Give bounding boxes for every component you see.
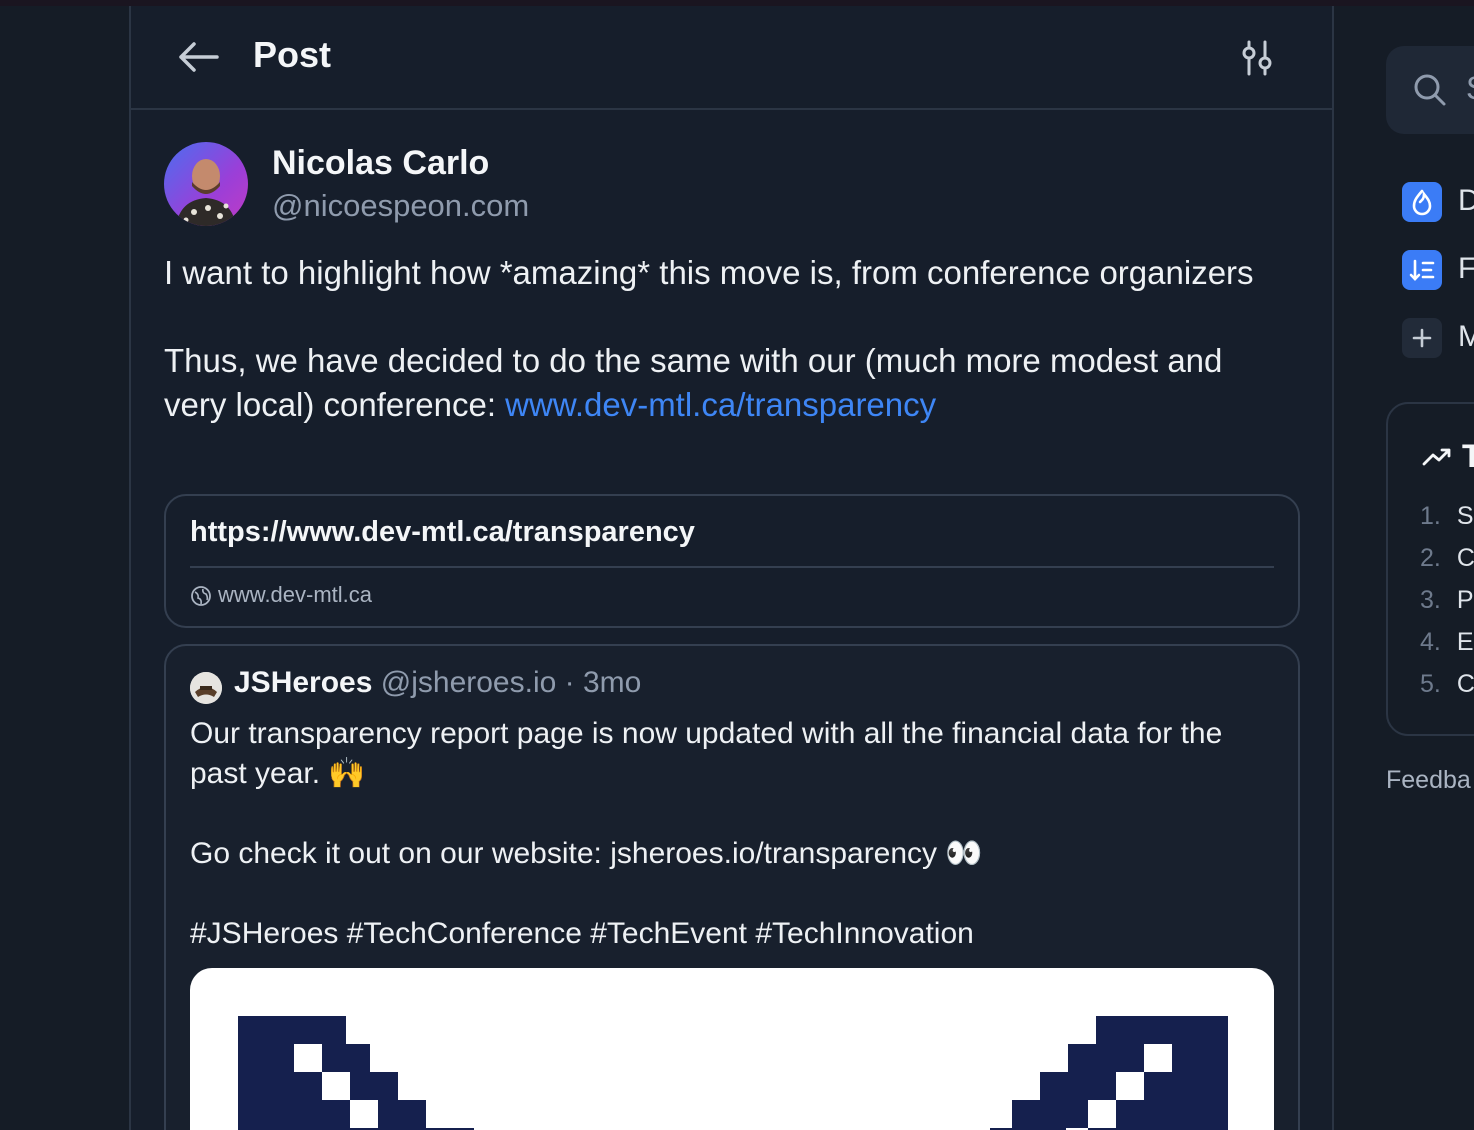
trending-label: C bbox=[1456, 544, 1474, 572]
post-thread-panel: Post Nicolas Carlo @nicoespeon.com I wan… bbox=[129, 6, 1334, 1130]
meta-separator: · bbox=[556, 666, 583, 699]
quoted-post-image[interactable] bbox=[190, 968, 1274, 1130]
quoted-paragraph: Our transparency report page is now upda… bbox=[190, 717, 1223, 790]
trending-rank: 2. bbox=[1420, 544, 1441, 572]
feedback-link[interactable]: Feedba bbox=[1386, 766, 1471, 795]
search-placeholder: S bbox=[1466, 70, 1474, 107]
quoted-post-body: Our transparency report page is now upda… bbox=[190, 714, 1280, 954]
nav-item-more-feeds[interactable]: M bbox=[1402, 318, 1474, 358]
trending-label: E bbox=[1456, 628, 1474, 656]
arrow-left-icon bbox=[179, 42, 219, 72]
feeds-sort-icon bbox=[1402, 250, 1442, 290]
quoted-author-avatar[interactable] bbox=[190, 672, 222, 704]
author-photo bbox=[176, 159, 236, 226]
post-body: I want to highlight how *amazing* this m… bbox=[164, 251, 1274, 427]
post-paragraph: I want to highlight how *amazing* this m… bbox=[164, 254, 1254, 291]
trending-item[interactable]: 3. P bbox=[1420, 586, 1474, 615]
post-link[interactable]: www.dev-mtl.ca/transparency bbox=[505, 386, 936, 423]
back-button[interactable] bbox=[177, 40, 219, 74]
globe-icon bbox=[191, 586, 211, 606]
quoted-author-name[interactable]: JSHeroes bbox=[234, 666, 372, 699]
nav-item-discover[interactable]: D bbox=[1402, 182, 1474, 222]
trending-item[interactable]: 1. S bbox=[1420, 502, 1474, 531]
trending-title: T bbox=[1462, 438, 1474, 474]
author-avatar[interactable] bbox=[164, 142, 248, 226]
post-header: Post bbox=[131, 6, 1332, 110]
plus-icon bbox=[1402, 318, 1442, 358]
quoted-post-card[interactable]: JSHeroes @jsheroes.io · 3mo Our transpar… bbox=[164, 644, 1300, 1130]
search-input[interactable]: S bbox=[1386, 46, 1474, 134]
quoted-hashtags[interactable]: #JSHeroes #TechConference #TechEvent #Te… bbox=[190, 914, 1280, 954]
nav-label: F bbox=[1458, 252, 1474, 285]
trending-rank: 3. bbox=[1420, 586, 1441, 614]
trending-label: P bbox=[1456, 586, 1474, 614]
trending-item[interactable]: 4. E bbox=[1420, 628, 1474, 657]
right-sidebar: S D F M T bbox=[1386, 0, 1474, 1130]
quoted-post-meta: JSHeroes @jsheroes.io · 3mo bbox=[234, 666, 641, 700]
quoted-paragraph: Go check it out on our website: jsheroes… bbox=[190, 837, 983, 870]
page-title: Post bbox=[253, 34, 332, 75]
trending-panel: T 1. S 2. C 3. P 4. E 5. C bbox=[1386, 402, 1474, 736]
trending-rank: 5. bbox=[1420, 670, 1441, 698]
trending-rank: 4. bbox=[1420, 628, 1441, 656]
nav-label: D bbox=[1458, 184, 1474, 217]
trending-item[interactable]: 5. C bbox=[1420, 670, 1474, 699]
search-icon bbox=[1414, 74, 1446, 106]
author-name[interactable]: Nicolas Carlo bbox=[272, 144, 489, 183]
trending-rank: 1. bbox=[1420, 502, 1441, 530]
nav-label: M bbox=[1458, 320, 1474, 353]
post-paragraph: Thus, we have decided to do the same wit… bbox=[164, 339, 1274, 427]
thread-settings-button[interactable] bbox=[1239, 40, 1275, 76]
link-card-url: https://www.dev-mtl.ca/transparency bbox=[190, 516, 695, 548]
nav-item-feeds[interactable]: F bbox=[1402, 250, 1474, 290]
trending-label: S bbox=[1456, 502, 1474, 530]
author-handle[interactable]: @nicoespeon.com bbox=[272, 188, 529, 224]
discover-flame-icon bbox=[1402, 182, 1442, 222]
sliders-icon bbox=[1242, 40, 1272, 76]
trending-label: C bbox=[1456, 670, 1474, 698]
divider bbox=[190, 566, 1274, 568]
trending-item[interactable]: 2. C bbox=[1420, 544, 1474, 573]
jsheroes-logo bbox=[190, 672, 222, 704]
quoted-author-handle[interactable]: @jsheroes.io bbox=[381, 666, 557, 699]
link-preview-card[interactable]: https://www.dev-mtl.ca/transparency www.… bbox=[164, 494, 1300, 628]
quoted-post-time: 3mo bbox=[582, 666, 642, 699]
link-card-domain: www.dev-mtl.ca bbox=[218, 582, 373, 607]
trending-up-icon bbox=[1422, 448, 1451, 466]
jsheroes-pixel-wings-graphic bbox=[238, 1016, 1228, 1130]
